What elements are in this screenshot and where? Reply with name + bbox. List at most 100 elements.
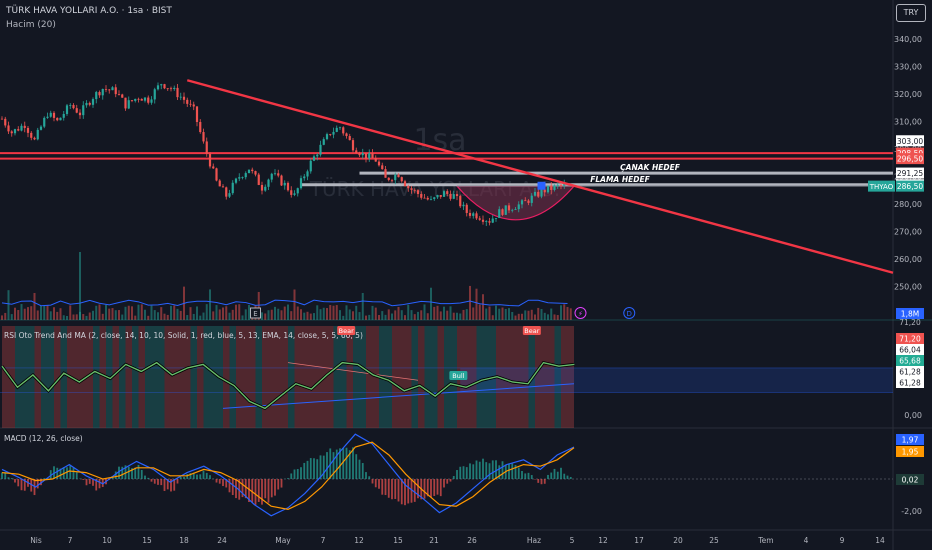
volume-bar — [30, 306, 33, 320]
macd-histogram-bar — [72, 467, 75, 479]
volume-bar — [14, 307, 16, 320]
candle-body — [78, 112, 82, 116]
volume-bar — [335, 305, 338, 320]
candle-body — [348, 136, 351, 141]
macd-histogram-bar — [160, 479, 163, 486]
volume-bar — [537, 307, 540, 320]
volume-bar — [371, 305, 374, 320]
volume-bar — [413, 314, 416, 320]
volume-bar — [56, 311, 59, 320]
volume-bar — [261, 312, 263, 320]
candle-body — [101, 88, 104, 96]
macd-histogram-bar — [231, 479, 234, 496]
macd-histogram-bar — [511, 463, 514, 479]
candle-body — [416, 190, 420, 194]
macd-histogram-bar — [326, 452, 328, 479]
downtrend-line — [186, 79, 894, 274]
rsi-bg-band — [288, 326, 295, 428]
volume-bar — [108, 308, 111, 320]
candle-body — [540, 189, 543, 197]
candle-body — [543, 189, 546, 193]
candle-body — [312, 156, 316, 161]
candle-body — [43, 117, 46, 127]
macd-histogram-bar — [88, 479, 91, 484]
macd-histogram-bar — [368, 476, 371, 479]
volume-bar — [186, 315, 189, 320]
rsi-bg-band — [411, 326, 418, 428]
price-axis-tick: 340,00 — [894, 35, 922, 44]
price-label: 296,50 — [897, 155, 923, 164]
macd-histogram-bar — [482, 458, 484, 479]
candle-body — [147, 97, 150, 103]
volume-bars — [1, 252, 572, 320]
volume-bar — [222, 307, 224, 320]
macd-histogram-bar — [495, 460, 497, 479]
candle-body — [377, 161, 381, 166]
macd-histogram-bar — [358, 459, 361, 479]
candle-body — [530, 195, 533, 203]
candle-body — [163, 84, 166, 89]
candle-body — [446, 191, 449, 194]
candle-body — [7, 125, 10, 132]
volume-bar — [339, 310, 341, 320]
rsi-bg-band — [47, 326, 54, 428]
candle-body — [335, 127, 338, 132]
volume-bar — [342, 315, 345, 320]
price-axis-tick: 330,00 — [894, 63, 922, 72]
macd-histogram-bar — [491, 460, 494, 479]
candle-body — [306, 171, 309, 177]
macd-histogram-bar — [280, 479, 283, 488]
macd-histogram-bar — [306, 460, 309, 479]
candle-body — [273, 173, 277, 175]
candle-body — [322, 139, 325, 145]
candle-body — [397, 174, 400, 178]
macd-histogram-bar — [85, 479, 88, 486]
volume-bar — [111, 308, 114, 320]
candle-body — [186, 99, 189, 104]
macd-histogram-bar — [439, 479, 442, 497]
macd-histogram-bar — [475, 460, 478, 479]
candle-body — [95, 92, 98, 100]
candle-body — [208, 153, 212, 167]
volume-bar — [491, 315, 494, 320]
time-axis-tick: 25 — [709, 536, 719, 545]
candle-body — [400, 177, 403, 182]
macd-histogram-bar — [322, 455, 325, 479]
volume-indicator-label: Hacim (20) — [6, 20, 56, 30]
volume-bar — [553, 314, 556, 320]
macd-histogram-bar — [300, 467, 302, 479]
volume-bar — [485, 308, 488, 320]
macd-histogram-bar — [69, 464, 72, 479]
rsi-bg-band — [125, 326, 132, 428]
volume-bar — [498, 308, 501, 320]
volume-bar — [426, 313, 429, 320]
volume-bar — [212, 311, 215, 320]
candle-body — [36, 129, 39, 140]
rsi-bg-band — [327, 326, 334, 428]
candle-body — [455, 194, 459, 197]
candle-body — [52, 112, 56, 118]
volume-bar — [550, 308, 553, 320]
candle-body — [114, 87, 117, 95]
candle-body — [507, 205, 511, 211]
signal-badge: Bear — [339, 327, 354, 335]
macd-line — [1, 433, 575, 517]
macd-histogram-bar — [446, 479, 449, 484]
volume-bar — [478, 304, 481, 320]
candle-body — [264, 186, 267, 191]
macd-histogram-bar — [517, 467, 520, 479]
rsi-bg-band — [93, 326, 100, 428]
volume-bar — [391, 313, 393, 320]
volume-bar — [215, 305, 218, 320]
volume-bar — [433, 306, 436, 320]
rsi-bg-band — [398, 326, 405, 428]
candle-body — [88, 102, 91, 105]
candle-body — [56, 117, 59, 121]
chart-canvas[interactable]: 1saTÜRK HAVA YOLLARI A.O.340,00330,00320… — [0, 0, 932, 550]
volume-bar — [264, 313, 267, 320]
candle-body — [111, 87, 114, 91]
currency-button[interactable]: TRY — [896, 4, 926, 22]
candle-body — [270, 173, 273, 180]
candle-body — [537, 191, 540, 197]
candle-body — [290, 190, 293, 195]
